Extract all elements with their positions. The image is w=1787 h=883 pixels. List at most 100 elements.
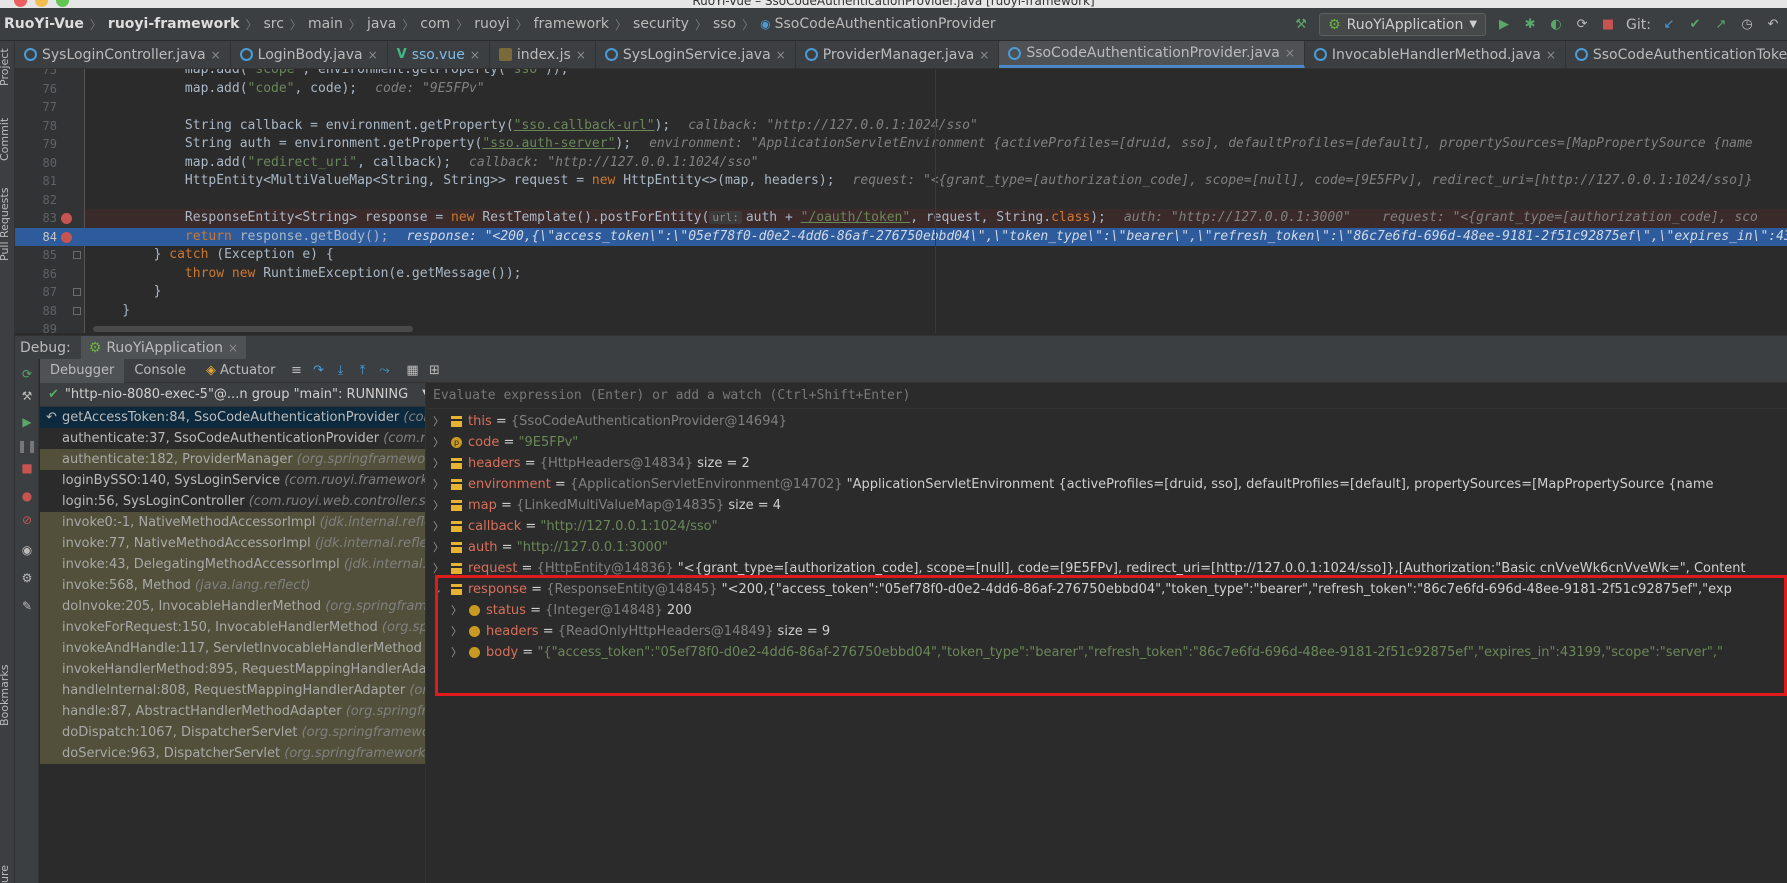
variable-row[interactable]: ⌄ response = {ResponseEntity@14845} "<200… <box>427 579 1787 600</box>
variable-row[interactable]: 〉 headers = {HttpHeaders@14834} size = 2 <box>427 453 1787 474</box>
breadcrumb-item[interactable]: ◉ SsoCodeAuthenticationProvider <box>760 16 995 32</box>
breadcrumb-item[interactable]: RuoYi-Vue <box>4 16 84 32</box>
breadcrumb-item[interactable]: src <box>263 16 283 32</box>
stack-frame[interactable]: authenticate:37, SsoCodeAuthenticationPr… <box>40 428 425 449</box>
stop-icon[interactable]: ■ <box>1600 17 1616 33</box>
variable-row[interactable]: 〉 headers = {ReadOnlyHttpHeaders@14849} s… <box>427 621 1787 642</box>
editor-tab[interactable]: SsoCodeAuthenticationProvider.java × <box>999 41 1305 68</box>
editor-tab[interactable]: SysLoginController.java × <box>15 41 231 68</box>
build-hammer-icon[interactable]: ⚒ <box>1293 17 1309 33</box>
stack-frame[interactable]: handleInternal:808, RequestMappingHandle… <box>40 680 425 701</box>
settings-wrench-icon[interactable]: ⚒ <box>20 389 34 403</box>
pull-requests-tool-tab[interactable]: Pull Requests <box>0 188 11 261</box>
chevron-down-icon[interactable]: ⌄ <box>433 579 442 600</box>
editor-tab[interactable]: ProviderManager.java × <box>796 41 1000 68</box>
chevron-right-icon[interactable]: 〉 <box>433 495 444 516</box>
stack-frame[interactable]: doService:963, DispatcherServlet (org.sp… <box>40 743 425 764</box>
editor-tab[interactable]: Vsso.vue × <box>388 41 490 68</box>
tab-actuator[interactable]: ◈ Actuator <box>196 359 286 383</box>
breadcrumb-item[interactable]: framework <box>534 16 609 32</box>
close-icon[interactable]: × <box>470 48 480 62</box>
chevron-right-icon[interactable]: 〉 <box>433 432 444 453</box>
chevron-right-icon[interactable]: 〉 <box>433 474 444 495</box>
rollback-icon[interactable]: ↶ <box>1765 17 1781 33</box>
variable-row[interactable]: 〉 auth = "http://127.0.0.1:3000" <box>427 537 1787 558</box>
stack-frame[interactable]: ↶ getAccessToken:84, SsoCodeAuthenticatio… <box>40 407 425 428</box>
run-icon[interactable]: ▶ <box>1496 17 1512 33</box>
camera-icon[interactable]: ◉ <box>20 543 34 557</box>
stack-frame[interactable]: doInvoke:205, InvocableHandlerMethod (or… <box>40 596 425 617</box>
breadcrumb-item[interactable]: sso <box>713 16 736 32</box>
variable-row[interactable]: 〉 environment = {ApplicationServletEnviro… <box>427 474 1787 495</box>
chevron-right-icon[interactable]: 〉 <box>451 600 462 621</box>
coverage-icon[interactable]: ◐ <box>1548 17 1564 33</box>
tab-console[interactable]: Console <box>124 359 196 383</box>
pause-icon[interactable]: ❚❚ <box>17 439 37 453</box>
thread-select[interactable]: ✔ "http-nio-8080-exec-5"@...n group "mai… <box>40 383 425 407</box>
git-commit-icon[interactable]: ✔ <box>1687 17 1703 33</box>
step-over-icon[interactable]: ↷ <box>307 363 329 378</box>
debug-icon[interactable]: ✱ <box>1522 17 1538 33</box>
stack-frame[interactable]: login:56, SysLoginController (com.ruoyi.… <box>40 491 425 512</box>
chevron-right-icon[interactable]: 〉 <box>433 516 444 537</box>
fold-marker-icon[interactable] <box>73 306 81 315</box>
close-icon[interactable]: × <box>776 48 786 62</box>
close-icon[interactable]: × <box>1285 46 1295 60</box>
run-to-cursor-icon[interactable]: ⤳ <box>373 363 395 378</box>
editor-tab[interactable]: index.js × <box>490 41 596 68</box>
editor-tab[interactable]: InvocableHandlerMethod.java × <box>1305 41 1566 68</box>
close-icon[interactable]: × <box>576 48 586 62</box>
breadcrumb-item[interactable]: com <box>420 16 450 32</box>
editor-tab[interactable]: SysLoginService.java × <box>596 41 796 68</box>
variable-row[interactable]: 〉 status = {Integer@14848} 200 <box>427 600 1787 621</box>
evaluate-expression-icon[interactable]: ▦ <box>401 363 423 378</box>
filter-icon[interactable]: ▼ <box>422 387 425 402</box>
fold-marker-icon[interactable] <box>73 251 81 259</box>
tab-debugger[interactable]: Debugger <box>40 358 125 383</box>
close-icon[interactable]: × <box>211 48 221 62</box>
layout-icon[interactable]: ⊞ <box>423 363 445 378</box>
breadcrumb-item[interactable]: java <box>367 16 396 32</box>
editor-tab[interactable]: SsoCodeAuthenticationToken.java× <box>1566 41 1787 68</box>
profile-icon[interactable]: ⟳ <box>1574 17 1590 33</box>
stack-frame[interactable]: invokeAndHandle:117, ServletInvocableHan… <box>40 638 425 659</box>
variable-row[interactable]: 〉 p code = "9E5FPv" <box>427 432 1787 453</box>
view-breakpoints-icon[interactable]: ● <box>20 489 34 503</box>
resume-icon[interactable]: ▶ <box>20 415 34 429</box>
breadcrumb-item[interactable]: main <box>308 16 343 32</box>
settings-gear-icon[interactable]: ⚙ <box>20 571 34 585</box>
pin-icon[interactable]: ✎ <box>20 599 34 613</box>
variable-row[interactable]: 〉 body = "{"access_token":"05ef78f0-d0e2-… <box>427 642 1787 663</box>
chevron-right-icon[interactable]: 〉 <box>451 642 462 663</box>
close-icon[interactable]: × <box>979 48 989 62</box>
code-editor[interactable]: 75 map.add("scope", environment.getPrope… <box>15 69 1787 333</box>
stack-frame[interactable]: loginBySSO:140, SysLoginService (com.ruo… <box>40 470 425 491</box>
step-into-icon[interactable]: ⤓ <box>329 363 351 378</box>
close-icon[interactable]: × <box>1546 48 1556 62</box>
chevron-right-icon[interactable]: 〉 <box>433 411 444 432</box>
debug-session-tab[interactable]: ⚙ RuoYiApplication × <box>80 335 247 360</box>
stack-frame[interactable]: invokeForRequest:150, InvocableHandlerMe… <box>40 617 425 638</box>
stack-frame[interactable]: handle:87, AbstractHandlerMethodAdapter … <box>40 701 425 722</box>
chevron-right-icon[interactable]: 〉 <box>433 453 444 474</box>
breakpoint-icon[interactable] <box>61 231 72 243</box>
variable-row[interactable]: 〉 map = {LinkedMultiValueMap@14835} size … <box>427 495 1787 516</box>
breakpoint-icon[interactable] <box>61 213 72 224</box>
menu-icon[interactable]: ≡ <box>285 363 307 378</box>
stack-frame[interactable]: doDispatch:1067, DispatcherServlet (org.… <box>40 722 425 743</box>
close-icon[interactable]: × <box>228 341 238 355</box>
project-tool-tab[interactable]: Project <box>0 48 11 86</box>
chevron-right-icon[interactable]: 〉 <box>433 558 444 579</box>
breadcrumb-item[interactable]: security <box>633 16 689 32</box>
git-update-icon[interactable]: ↙ <box>1661 17 1677 33</box>
variable-row[interactable]: 〉 this = {SsoCodeAuthenticationProvider@1… <box>427 411 1787 432</box>
variable-row[interactable]: 〉 request = {HttpEntity@14836} "<{grant_t… <box>427 558 1787 579</box>
evaluate-expression-input[interactable]: Evaluate expression (Enter) or add a wat… <box>427 383 1787 409</box>
mute-breakpoints-icon[interactable]: ⊘ <box>20 513 34 527</box>
stack-frame[interactable]: invoke:77, NativeMethodAccessorImpl (jdk… <box>40 533 425 554</box>
run-configuration-select[interactable]: ⚙ RuoYiApplication ▼ <box>1319 13 1487 36</box>
stop-icon[interactable]: ■ <box>20 461 34 475</box>
stack-frame[interactable]: invoke0:-1, NativeMethodAccessorImpl (jd… <box>40 512 425 533</box>
close-icon[interactable]: × <box>368 48 378 62</box>
breadcrumb-item[interactable]: ruoyi <box>474 16 509 32</box>
